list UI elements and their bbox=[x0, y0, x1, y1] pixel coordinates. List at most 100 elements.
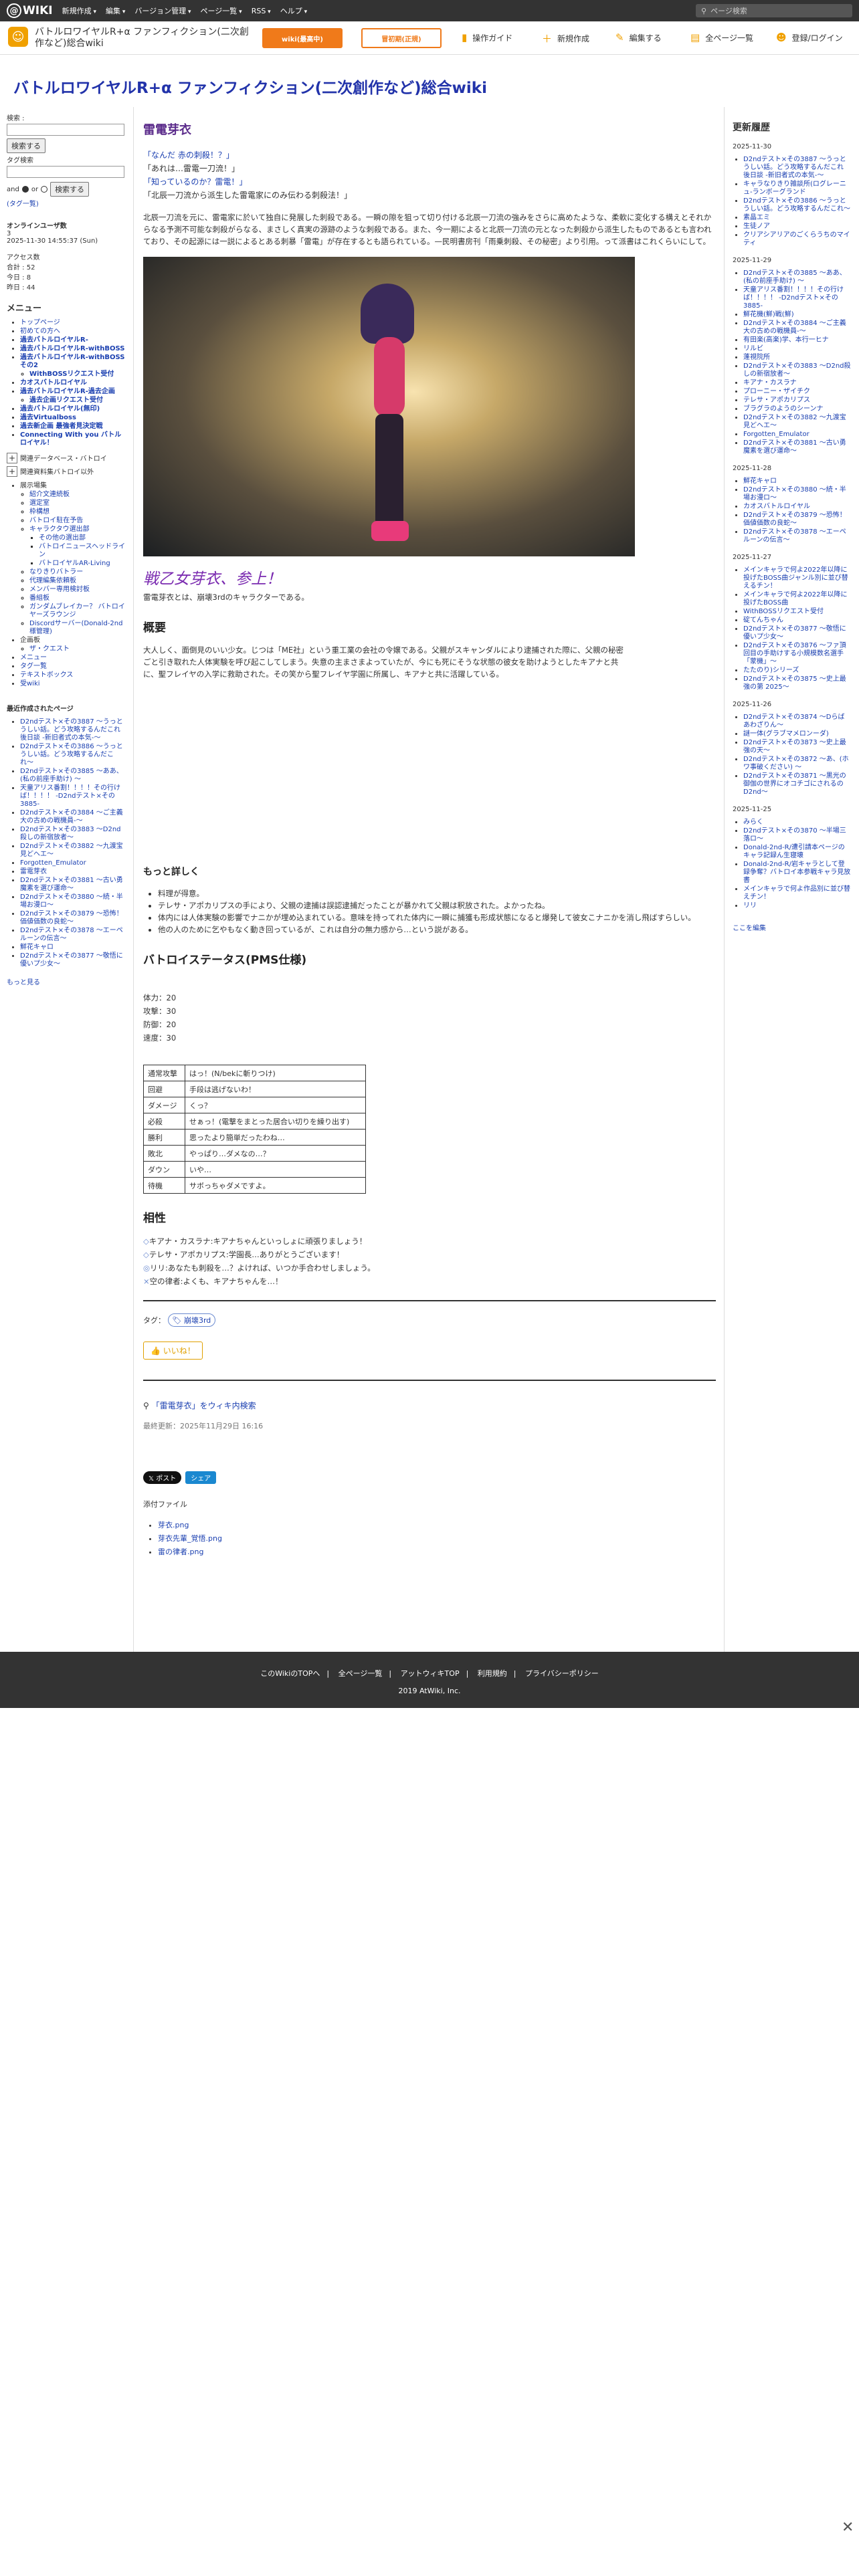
history-link[interactable]: 碇てんちゃん bbox=[743, 617, 783, 624]
recent-item[interactable]: D2ndテスト×その3887 〜うっとうしい話。どう攻略するんだこれ 後日談 -… bbox=[20, 718, 127, 742]
history-link[interactable]: 天童アリス番割！！！！その行けば！！！！ -D2ndテスト×その3885- bbox=[743, 286, 844, 310]
show-item[interactable]: 選定室 bbox=[29, 500, 50, 507]
history-link[interactable]: D2ndテスト×その3885 〜ああ、(私の前座手助け) 〜 bbox=[743, 270, 846, 285]
history-link[interactable]: D2ndテスト×その3879 〜恐怖！価値価数の良蛇〜 bbox=[743, 512, 846, 527]
wiki-primary-button[interactable]: wiki(最高中) bbox=[262, 28, 343, 48]
menu-item[interactable]: 過去バトルロイヤル(無印) bbox=[20, 405, 100, 413]
recent-item[interactable]: D2ndテスト×その3886 〜うっとうしい話。どう攻略するんだこれ〜 bbox=[20, 743, 123, 766]
history-link[interactable]: 鮮花機(鮮)戦(鮮) bbox=[743, 311, 794, 318]
history-link[interactable]: D2ndテスト×その3886 〜うっとうしい話。どう攻略するんだこれ〜 bbox=[743, 197, 850, 213]
history-link[interactable]: D2ndテスト×その3871 〜黒光の御伽の世界にオコチゴにされるのD2nd〜 bbox=[743, 772, 846, 796]
share-button[interactable]: シェア bbox=[185, 1471, 217, 1484]
wiki-search-row[interactable]: ⚲ 「雷電芽衣」をウィキ内検索 bbox=[143, 1400, 716, 1411]
history-link[interactable]: D2ndテスト×その3887 〜うっとうしい話。どう攻略するんだこれ 後日談 -… bbox=[743, 156, 850, 179]
history-link[interactable]: 有田楽(高楽)学、本行一ヒナ bbox=[743, 336, 829, 344]
expand-button[interactable]: + bbox=[7, 466, 17, 477]
history-link[interactable]: Forgotten_Emulator bbox=[743, 431, 809, 438]
menu-item[interactable]: トップページ bbox=[20, 319, 60, 326]
misc-item[interactable]: メニュー bbox=[20, 654, 47, 661]
page-search-input[interactable]: ⚲ ページ検索 bbox=[696, 4, 852, 17]
tag-search-input[interactable] bbox=[7, 166, 124, 178]
history-link[interactable]: ブラグラのようのシーンナ bbox=[743, 405, 824, 413]
wiki-logo-icon[interactable]: ☺ bbox=[8, 27, 28, 47]
edit-tool[interactable]: ✎ 編集する bbox=[615, 31, 662, 43]
history-link[interactable]: D2ndテスト×その3875 〜史上最強の第 2025〜 bbox=[743, 675, 846, 691]
history-link[interactable]: キャラなりきり雑談所(ログレーニュ-ランボーグランド bbox=[743, 181, 846, 196]
show-item[interactable]: 代理編集依頼板 bbox=[29, 577, 76, 584]
recent-item[interactable]: 天童アリス番割！！！！その行けば！！！！ -D2ndテスト×その3885- bbox=[20, 784, 120, 808]
show-item[interactable]: メンバー専用検討板 bbox=[29, 586, 90, 593]
show-item[interactable]: なりきりバトラー bbox=[29, 568, 83, 576]
show-item[interactable]: Discordサーバー(Donald-2nd様管理) bbox=[29, 620, 122, 635]
edit-sidebar-link[interactable]: ここを編集 bbox=[733, 922, 851, 932]
close-icon[interactable]: ✕ bbox=[842, 2520, 855, 2535]
sidebar-search-input[interactable] bbox=[7, 124, 124, 136]
history-link[interactable]: D2ndテスト×その3873 〜史上最強の天〜 bbox=[743, 739, 846, 754]
menu-item[interactable]: Connecting With you バトルロイヤル！ bbox=[20, 431, 121, 447]
plan-item[interactable]: ザ・クエスト bbox=[29, 645, 70, 653]
like-button[interactable]: 👍 いいね！ bbox=[143, 1341, 203, 1360]
show-item[interactable]: バトロイヤルAR-Living bbox=[39, 560, 110, 567]
history-link[interactable]: 生徒ノア bbox=[743, 223, 770, 230]
footer-link[interactable]: このWikiのTOPへ bbox=[260, 1669, 320, 1678]
attachment-link[interactable]: 芽衣.png bbox=[158, 1521, 189, 1529]
menu-subitem[interactable]: 過去企画リクエスト受付 bbox=[29, 397, 103, 404]
menu-item[interactable]: カオスバトルロイヤル bbox=[20, 379, 87, 387]
menu-rss[interactable]: RSS bbox=[252, 7, 271, 15]
history-link[interactable]: メインキャラで何よ2022年以降に投げたBOSS曲 bbox=[743, 591, 847, 607]
history-link[interactable]: D2ndテスト×その3884 〜ご主義大の古めの戦機員-〜 bbox=[743, 320, 846, 335]
and-radio[interactable] bbox=[21, 186, 29, 193]
recent-item[interactable]: D2ndテスト×その3882 〜九渡宝見どヘエ〜 bbox=[20, 843, 123, 858]
misc-item[interactable]: テキストボックス bbox=[20, 671, 73, 679]
history-link[interactable]: 鮮花キャロ bbox=[743, 477, 777, 485]
menu-version[interactable]: バージョン管理 bbox=[134, 5, 191, 16]
history-link[interactable]: D2ndテスト×その3883 〜D2nd殺しの新宿放者〜 bbox=[743, 362, 851, 378]
history-link[interactable]: プローニー・ザイチク bbox=[743, 388, 810, 395]
show-item[interactable]: バトロイニュースヘッドライン bbox=[39, 543, 125, 558]
menu-subitem[interactable]: WithBOSSリクエスト受付 bbox=[29, 370, 114, 378]
or-radio[interactable] bbox=[41, 186, 48, 193]
wiki-title-link[interactable]: バトルロワイヤルR+α ファンフィクション(二次創作など)総合wiki bbox=[35, 27, 249, 49]
footer-link[interactable]: アットウィキTOP bbox=[401, 1669, 460, 1678]
history-link[interactable]: D2ndテスト×その3881 〜古い勇魔素を選び運命〜 bbox=[743, 439, 846, 455]
menu-pages[interactable]: ページ一覧 bbox=[201, 5, 242, 16]
show-item[interactable]: その他の選出部 bbox=[39, 534, 86, 542]
history-link[interactable]: みらく bbox=[743, 819, 763, 826]
recent-item[interactable]: D2ndテスト×その3884 〜ご主義大の古めの戦機員-〜 bbox=[20, 809, 123, 825]
history-link[interactable]: D2ndテスト×その3874 〜Dらばあわざりん〜 bbox=[743, 714, 844, 729]
menu-edit[interactable]: 編集 bbox=[106, 5, 125, 16]
attachment-link[interactable]: 雷の律者.png bbox=[158, 1547, 203, 1556]
history-link[interactable]: テレサ・アポカリプス bbox=[743, 397, 810, 404]
misc-item[interactable]: タグ一覧 bbox=[20, 663, 47, 670]
history-link[interactable]: 素晶エミ bbox=[743, 214, 770, 221]
history-link[interactable]: WithBOSSリクエスト受付 bbox=[743, 608, 824, 615]
attachment-link[interactable]: 芽衣先輩_覚悟.png bbox=[158, 1534, 222, 1543]
menu-item[interactable]: 過去新企画 最強者見決定戦 bbox=[20, 423, 102, 430]
menu-item[interactable]: 過去バトルロイヤルR- bbox=[20, 336, 88, 344]
recent-item[interactable]: D2ndテスト×その3879 〜恐怖！価値価数の良蛇〜 bbox=[20, 910, 123, 926]
show-item[interactable]: 枠構想 bbox=[29, 508, 50, 516]
guide-tool[interactable]: ▮ 操作ガイド bbox=[462, 31, 512, 43]
menu-item[interactable]: 過去Virtualboss bbox=[20, 414, 76, 421]
history-link[interactable]: メインキャラで何よ2022年以降に投げたBOSS曲ジャンル別に並び替えるチン！ bbox=[743, 566, 848, 590]
menu-item[interactable]: 過去バトルロイヤルR-withBOSSその2 bbox=[20, 354, 125, 369]
menu-create[interactable]: 新規作成 bbox=[62, 5, 96, 16]
recent-item[interactable]: Forgotten_Emulator bbox=[20, 859, 86, 867]
recent-item[interactable]: D2ndテスト×その3878 〜エーペルーンの伝言〜 bbox=[20, 927, 123, 942]
wiki-outline-button[interactable]: 冒初期(正規) bbox=[361, 28, 442, 48]
hero-image[interactable] bbox=[143, 257, 635, 556]
history-link[interactable]: たたのり)シリーズ bbox=[743, 667, 799, 674]
atwiki-logo[interactable]: @ WIKI bbox=[7, 3, 53, 18]
history-link[interactable]: メインキャラで何よ作品別に並び替えチン！ bbox=[743, 885, 850, 901]
menu-help[interactable]: ヘルプ bbox=[280, 5, 307, 16]
tag-list-link[interactable]: (タグ一覧) bbox=[7, 198, 126, 208]
history-link[interactable]: 蓬視院所 bbox=[743, 354, 770, 361]
history-link[interactable]: リリ bbox=[743, 902, 757, 909]
sidebar-search-button[interactable]: 検索する bbox=[7, 138, 45, 153]
misc-item[interactable]: 受wiki bbox=[20, 680, 40, 687]
recent-item[interactable]: D2ndテスト×その3883 〜D2nd殺しの新宿放者〜 bbox=[20, 826, 121, 841]
show-item[interactable]: キャラクタウ選出部 bbox=[29, 526, 90, 533]
show-item[interactable]: バトロイ駐在予告 bbox=[29, 517, 83, 524]
recent-item[interactable]: D2ndテスト×その3885 〜ああ、(私の前座手助け) 〜 bbox=[20, 768, 123, 783]
history-link[interactable]: Donald-2nd-R/遭引請本ページのキャラ記録ん生寝壊 bbox=[743, 844, 845, 859]
